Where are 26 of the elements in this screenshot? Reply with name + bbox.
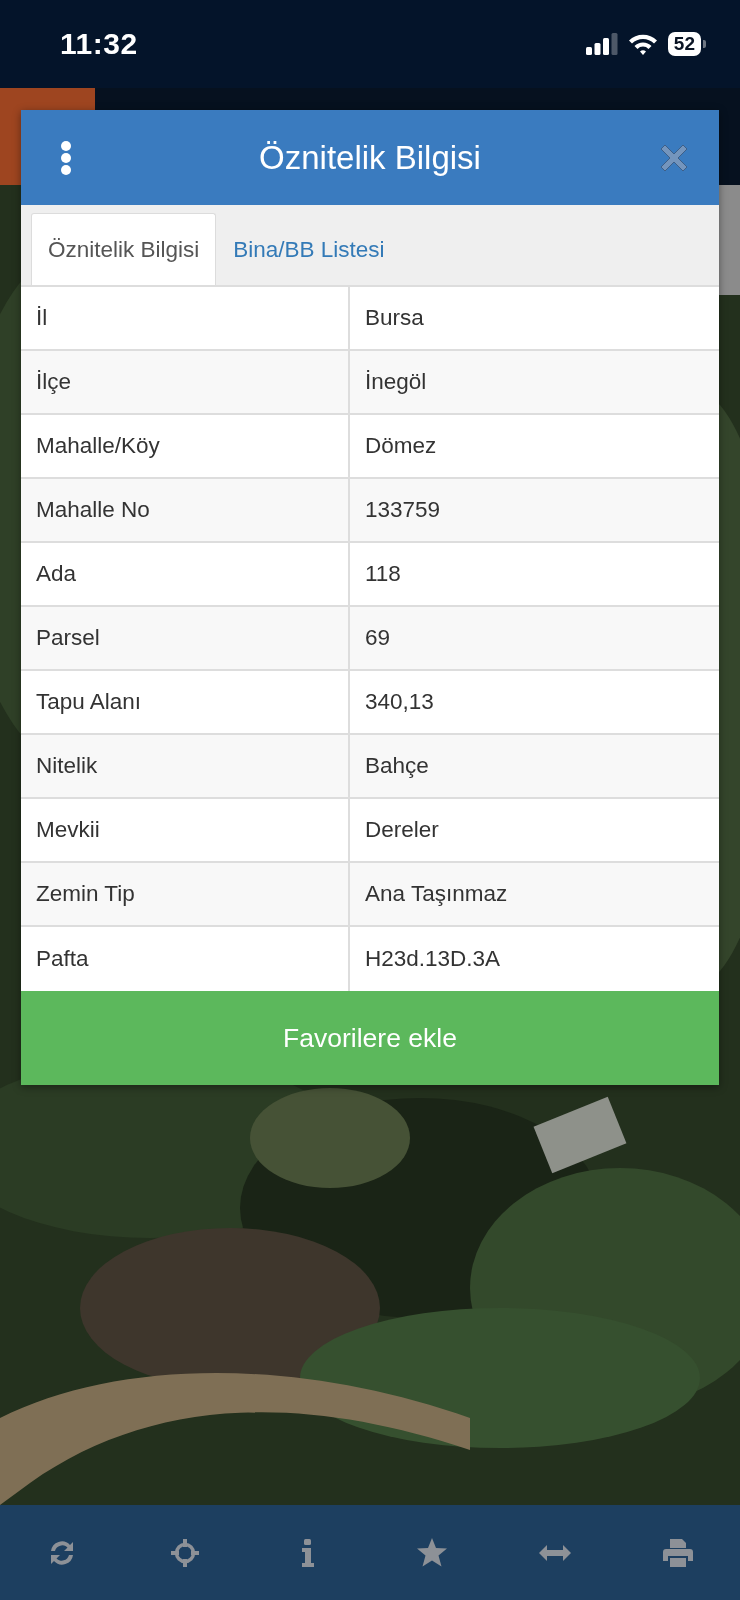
dialog-title: Öznitelik Bilgisi xyxy=(259,138,481,177)
attribute-name-cell: Mahalle No xyxy=(21,479,350,543)
info-icon[interactable] xyxy=(301,1538,316,1567)
crosshair-icon[interactable] xyxy=(171,1538,199,1567)
tab[interactable]: Bina/BB Listesi xyxy=(216,213,402,285)
star-icon[interactable] xyxy=(416,1538,447,1567)
tab[interactable]: Öznitelik Bilgisi xyxy=(31,213,217,285)
clock-time: 11:32 xyxy=(60,27,138,61)
horizontal-arrows-icon[interactable] xyxy=(539,1544,571,1561)
attribute-value-cell: 69 xyxy=(350,607,719,671)
attribute-value-cell: İnegöl xyxy=(350,351,719,415)
kebab-menu-icon[interactable] xyxy=(60,140,72,175)
attribute-value-cell: Ana Taşınmaz xyxy=(350,863,719,927)
attribute-value-cell: Bahçe xyxy=(350,735,719,799)
close-icon[interactable] xyxy=(661,144,687,171)
attribute-name-cell: Parsel xyxy=(21,607,350,671)
signal-icon xyxy=(585,33,618,55)
add-to-favorites-button[interactable]: Favorilere ekle xyxy=(21,991,719,1085)
attribute-value-cell: 133759 xyxy=(350,479,719,543)
attribute-name-cell: Zemin Tip xyxy=(21,863,350,927)
attribute-name-cell: Nitelik xyxy=(21,735,350,799)
attribute-value-cell-text: H23d.13D.3A xyxy=(364,945,502,973)
attribute-name-cell: İlçe xyxy=(21,351,350,415)
battery-indicator: 52 xyxy=(667,32,706,56)
wifi-icon xyxy=(627,33,658,55)
printer-icon[interactable] xyxy=(663,1538,694,1567)
